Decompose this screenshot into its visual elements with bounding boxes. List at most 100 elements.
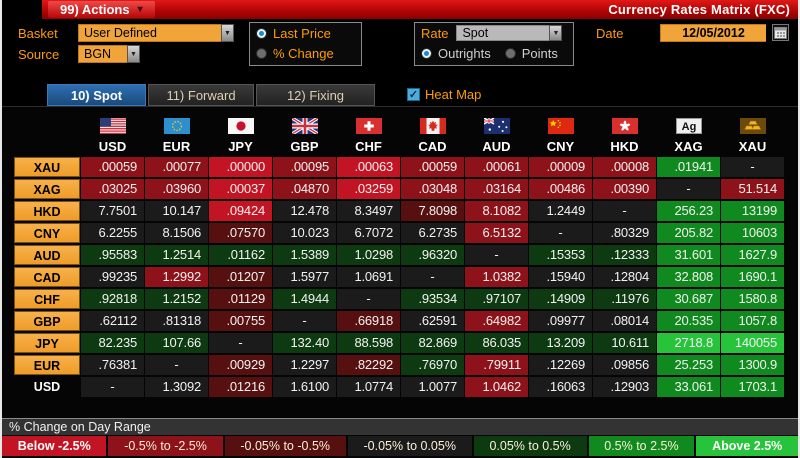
rate-cell[interactable]: 1057.8 — [721, 311, 784, 331]
rate-cell[interactable]: 30.687 — [657, 289, 720, 309]
rate-cell[interactable]: - — [273, 311, 336, 331]
rate-cell[interactable]: .00077 — [145, 157, 208, 177]
rate-cell[interactable]: .03048 — [401, 179, 464, 199]
rate-cell[interactable]: .62112 — [81, 311, 144, 331]
rate-cell[interactable]: .64982 — [465, 311, 528, 331]
last-price-radio-row[interactable]: Last Price — [250, 23, 361, 43]
rate-cell[interactable]: 1300.9 — [721, 355, 784, 375]
rate-cell[interactable]: .00059 — [401, 157, 464, 177]
rate-cell[interactable]: .03259 — [337, 179, 400, 199]
rate-cell[interactable]: - — [337, 289, 400, 309]
rate-cell[interactable]: 51.514 — [721, 179, 784, 199]
rate-cell[interactable]: 8.1082 — [465, 201, 528, 221]
row-header-hkd[interactable]: HKD — [14, 201, 80, 221]
rate-cell[interactable]: 107.66 — [145, 333, 208, 353]
rate-cell[interactable]: - — [81, 377, 144, 397]
rate-cell[interactable]: - — [721, 157, 784, 177]
date-input[interactable]: 12/05/2012 — [660, 24, 766, 42]
rate-cell[interactable]: 1580.8 — [721, 289, 784, 309]
dropdown-arrow-icon[interactable]: ▼ — [221, 24, 234, 42]
rate-cell[interactable]: .00390 — [593, 179, 656, 199]
last-price-radio[interactable] — [256, 28, 267, 39]
rate-cell[interactable]: .01941 — [657, 157, 720, 177]
rate-cell[interactable]: 1.0298 — [337, 245, 400, 265]
row-header-eur[interactable]: EUR — [14, 355, 80, 375]
rate-cell[interactable]: 1.2297 — [273, 355, 336, 375]
rate-cell[interactable]: 13.209 — [529, 333, 592, 353]
row-header-usd[interactable]: USD — [14, 377, 80, 397]
rate-cell[interactable]: 140055 — [721, 333, 784, 353]
rate-cell[interactable]: .01129 — [209, 289, 272, 309]
row-header-xag[interactable]: XAG — [14, 179, 80, 199]
rate-cell[interactable]: 8.1506 — [145, 223, 208, 243]
rate-cell[interactable]: .93534 — [401, 289, 464, 309]
rate-cell[interactable]: 7.8098 — [401, 201, 464, 221]
basket-dropdown[interactable]: User Defined ▼ — [78, 24, 234, 42]
rate-cell[interactable]: 1.0774 — [337, 377, 400, 397]
rate-cell[interactable]: 13199 — [721, 201, 784, 221]
rate-cell[interactable]: .14909 — [529, 289, 592, 309]
rate-cell[interactable]: 1.2449 — [529, 201, 592, 221]
rate-cell[interactable]: .62591 — [401, 311, 464, 331]
rate-cell[interactable]: 1.2152 — [145, 289, 208, 309]
rate-cell[interactable]: .80329 — [593, 223, 656, 243]
rate-cell[interactable]: - — [465, 245, 528, 265]
rate-cell[interactable]: .00059 — [81, 157, 144, 177]
rate-cell[interactable]: 6.7072 — [337, 223, 400, 243]
rate-cell[interactable]: 8.3497 — [337, 201, 400, 221]
rate-cell[interactable]: 6.2255 — [81, 223, 144, 243]
rate-cell[interactable]: .01162 — [209, 245, 272, 265]
rate-cell[interactable]: .76381 — [81, 355, 144, 375]
rate-cell[interactable]: .66918 — [337, 311, 400, 331]
rate-cell[interactable]: 1.6100 — [273, 377, 336, 397]
pct-change-radio[interactable] — [256, 48, 267, 59]
rate-cell[interactable]: 1.2514 — [145, 245, 208, 265]
rate-cell[interactable]: .97107 — [465, 289, 528, 309]
rate-cell[interactable]: .00008 — [593, 157, 656, 177]
rate-cell[interactable]: 1627.9 — [721, 245, 784, 265]
rate-cell[interactable]: .15940 — [529, 267, 592, 287]
rate-cell[interactable]: .01207 — [209, 267, 272, 287]
rate-cell[interactable]: 25.253 — [657, 355, 720, 375]
rate-cell[interactable]: .82292 — [337, 355, 400, 375]
rate-cell[interactable]: .12903 — [593, 377, 656, 397]
rate-cell[interactable]: 1.0691 — [337, 267, 400, 287]
rate-cell[interactable]: 1.0077 — [401, 377, 464, 397]
row-header-cad[interactable]: CAD — [14, 267, 80, 287]
rate-cell[interactable]: .92818 — [81, 289, 144, 309]
rate-cell[interactable]: 82.869 — [401, 333, 464, 353]
rate-cell[interactable]: .00755 — [209, 311, 272, 331]
rate-cell[interactable]: .03025 — [81, 179, 144, 199]
rate-cell[interactable]: 256.23 — [657, 201, 720, 221]
row-header-aud[interactable]: AUD — [14, 245, 80, 265]
rate-cell[interactable]: 33.061 — [657, 377, 720, 397]
outrights-radio[interactable] — [421, 48, 432, 59]
rate-cell[interactable]: .00929 — [209, 355, 272, 375]
rate-cell[interactable]: 1.5977 — [273, 267, 336, 287]
rate-cell[interactable]: - — [593, 201, 656, 221]
row-header-jpy[interactable]: JPY — [14, 333, 80, 353]
rate-cell[interactable]: - — [401, 267, 464, 287]
rate-cell[interactable]: .00000 — [209, 157, 272, 177]
rate-cell[interactable]: .99235 — [81, 267, 144, 287]
rate-cell[interactable]: 10.611 — [593, 333, 656, 353]
rate-cell[interactable]: 32.808 — [657, 267, 720, 287]
points-radio[interactable] — [505, 48, 516, 59]
pct-change-radio-row[interactable]: % Change — [250, 43, 361, 63]
rate-cell[interactable]: 1703.1 — [721, 377, 784, 397]
rate-cell[interactable]: 1.4944 — [273, 289, 336, 309]
row-header-xau[interactable]: XAU — [14, 157, 80, 177]
rate-cell[interactable]: - — [657, 179, 720, 199]
rate-cell[interactable]: 1.0462 — [465, 377, 528, 397]
row-header-cny[interactable]: CNY — [14, 223, 80, 243]
rate-cell[interactable]: .03164 — [465, 179, 528, 199]
dropdown-arrow-icon[interactable]: ▼ — [549, 25, 562, 41]
tab-fixing[interactable]: 12) Fixing — [256, 84, 375, 106]
rate-cell[interactable]: .00095 — [273, 157, 336, 177]
rate-cell[interactable]: 2718.8 — [657, 333, 720, 353]
calendar-button[interactable] — [772, 24, 789, 41]
heat-map-checkbox[interactable]: ✓ — [407, 88, 420, 101]
rate-cell[interactable]: .12804 — [593, 267, 656, 287]
rate-cell[interactable]: .12333 — [593, 245, 656, 265]
rate-cell[interactable]: .00061 — [465, 157, 528, 177]
